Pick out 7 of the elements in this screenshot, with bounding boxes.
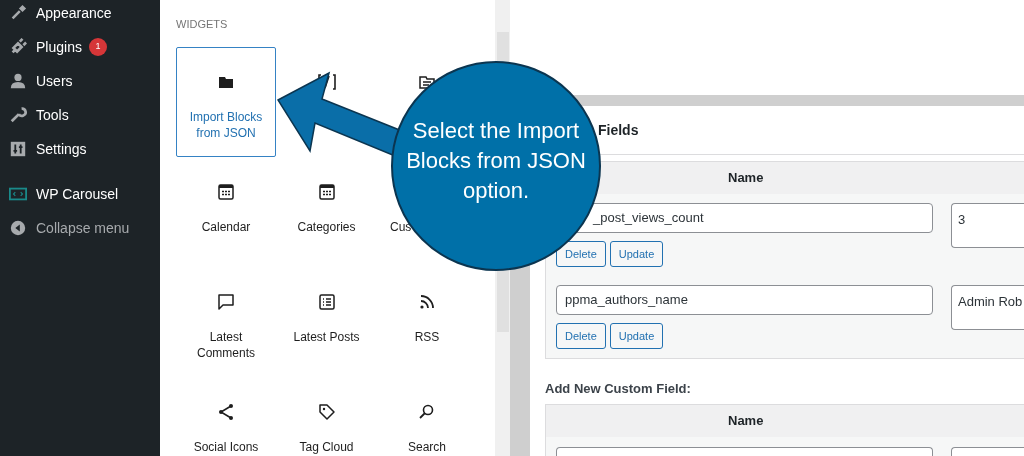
callout-text: Select the Import Blocks from JSON option. [406, 118, 586, 203]
panel-title: Fields [598, 120, 639, 140]
column-header: Name [728, 169, 764, 188]
section-heading: Add New Custom Field: [545, 381, 691, 396]
section-heading: WIDGETS [176, 18, 228, 30]
column-header: Name [728, 412, 764, 431]
update-count-badge: 1 [88, 38, 107, 56]
